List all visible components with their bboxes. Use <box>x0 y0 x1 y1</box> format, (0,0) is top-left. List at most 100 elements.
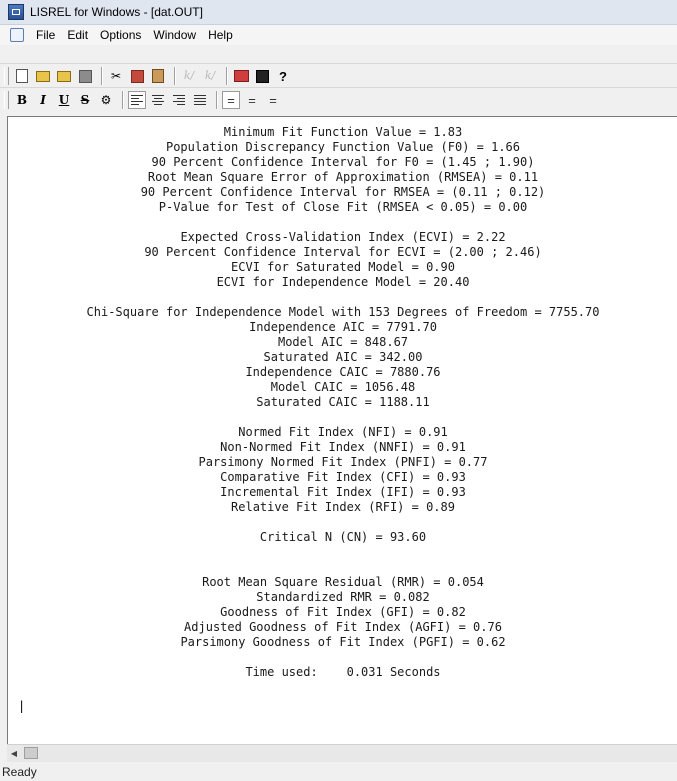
bold-button[interactable]: B <box>13 91 31 109</box>
new-button[interactable] <box>13 67 31 85</box>
output-line: Expected Cross-Validation Index (ECVI) =… <box>180 230 506 244</box>
path-diagram-alt-icon: k∕ <box>204 69 216 82</box>
menu-window[interactable]: Window <box>147 28 202 42</box>
cut-button[interactable]: ✂ <box>107 67 125 85</box>
align-left-icon <box>131 95 143 105</box>
output-line: Saturated AIC = 342.00 <box>263 350 423 364</box>
output-line: Minimum Fit Function Value = 1.83 <box>223 125 463 139</box>
output-line: Model CAIC = 1056.48 <box>270 380 416 394</box>
output-line: 90 Percent Confidence Interval for RMSEA… <box>140 185 546 199</box>
toolbar-grip[interactable] <box>4 67 9 85</box>
copy-icon <box>130 69 144 83</box>
toolbar-separator <box>101 67 103 85</box>
output-line: Incremental Fit Index (IFI) = 0.93 <box>220 485 466 499</box>
path-diagram-alt-button[interactable]: k∕ <box>201 67 219 85</box>
output-line: Critical N (CN) = 93.60 <box>259 530 427 544</box>
underline-button[interactable]: U <box>55 91 73 109</box>
status-bar: Ready <box>0 762 677 781</box>
open-alt-button[interactable] <box>55 67 73 85</box>
toolbar-separator <box>174 67 176 85</box>
open-folder-alt-icon <box>57 70 71 82</box>
align-center-icon <box>152 95 164 105</box>
path-diagram-button[interactable]: k∕ <box>180 67 198 85</box>
save-button[interactable] <box>76 67 94 85</box>
toolbar-separator <box>216 91 218 109</box>
output-line: Comparative Fit Index (CFI) = 0.93 <box>220 470 466 484</box>
output-line: Time used: 0.031 Seconds <box>245 665 441 679</box>
horizontal-scrollbar[interactable]: ◀ <box>7 744 677 762</box>
output-line: Adjusted Goodness of Fit Index (AGFI) = … <box>184 620 502 634</box>
print-button[interactable] <box>232 67 250 85</box>
standard-toolbar: ✂ k∕ k∕ ? <box>0 63 677 88</box>
help-button[interactable]: ? <box>274 67 292 85</box>
single-space-icon: = <box>227 92 235 108</box>
strikethrough-button[interactable]: S <box>76 91 94 109</box>
menu-help[interactable]: Help <box>202 28 239 42</box>
palette-icon: ⚙ <box>100 93 112 107</box>
one-half-space-icon: = <box>248 92 256 108</box>
window-title: LISREL for Windows - [dat.OUT] <box>30 5 203 19</box>
single-space-button[interactable]: = <box>222 91 240 109</box>
toolbar-grip[interactable] <box>4 91 9 109</box>
font-color-button[interactable]: ⚙ <box>97 91 115 109</box>
toolbar-separator <box>122 91 124 109</box>
output-line: Goodness of Fit Index (GFI) = 0.82 <box>220 605 466 619</box>
output-line: Root Mean Square Error of Approximation … <box>147 170 539 184</box>
one-half-space-button[interactable]: = <box>243 91 261 109</box>
help-icon: ? <box>279 68 287 84</box>
toolbar-separator <box>226 67 228 85</box>
open-folder-icon <box>36 70 50 82</box>
print-icon <box>233 70 249 82</box>
output-line: ECVI for Independence Model = 20.40 <box>216 275 470 289</box>
title-bar: LISREL for Windows - [dat.OUT] <box>0 0 677 25</box>
scroll-left-arrow-icon[interactable]: ◀ <box>7 745 21 761</box>
scrollbar-thumb[interactable] <box>24 747 38 759</box>
output-line: Saturated CAIC = 1188.11 <box>256 395 430 409</box>
output-line: Independence CAIC = 7880.76 <box>245 365 441 379</box>
output-line: Model AIC = 848.67 <box>277 335 409 349</box>
menu-options[interactable]: Options <box>94 28 147 42</box>
black-box-icon <box>255 69 269 83</box>
italic-button[interactable]: I <box>34 91 52 109</box>
output-line: Chi-Square for Independence Model with 1… <box>86 305 600 319</box>
lisrel-app-icon[interactable] <box>8 4 24 20</box>
double-space-icon: = <box>269 92 277 108</box>
output-line: 90 Percent Confidence Interval for F0 = … <box>151 155 535 169</box>
align-right-icon <box>173 95 185 105</box>
open-button[interactable] <box>34 67 52 85</box>
cut-icon: ✂ <box>110 69 122 83</box>
output-line: Relative Fit Index (RFI) = 0.89 <box>231 500 455 514</box>
output-text: Minimum Fit Function Value = 1.83 Populat… <box>8 125 677 680</box>
paste-button[interactable] <box>149 67 167 85</box>
menu-file[interactable]: File <box>30 28 61 42</box>
black-box-button[interactable] <box>253 67 271 85</box>
output-line: 90 Percent Confidence Interval for ECVI … <box>144 245 542 259</box>
justify-icon <box>194 95 206 105</box>
save-icon <box>78 69 92 83</box>
menu-edit[interactable]: Edit <box>61 28 94 42</box>
output-line: Independence AIC = 7791.70 <box>249 320 437 334</box>
output-document[interactable]: Minimum Fit Function Value = 1.83 Populat… <box>7 116 677 744</box>
output-line: Root Mean Square Residual (RMR) = 0.054 <box>202 575 484 589</box>
format-toolbar: B I U S ⚙ = = = <box>0 87 677 112</box>
output-line: Population Discrepancy Function Value (F… <box>165 140 520 154</box>
document-icon[interactable] <box>10 28 24 42</box>
path-diagram-icon: k∕ <box>183 69 195 82</box>
output-line: Parsimony Goodness of Fit Index (PGFI) =… <box>180 635 506 649</box>
output-line: P-Value for Test of Close Fit (RMSEA < 0… <box>158 200 528 214</box>
align-right-button[interactable] <box>170 91 188 109</box>
menu-bar: File Edit Options Window Help <box>0 25 677 45</box>
copy-button[interactable] <box>128 67 146 85</box>
align-center-button[interactable] <box>149 91 167 109</box>
output-line: Non-Normed Fit Index (NNFI) = 0.91 <box>220 440 466 454</box>
status-text: Ready <box>2 764 37 779</box>
justify-button[interactable] <box>191 91 209 109</box>
double-space-button[interactable]: = <box>264 91 282 109</box>
output-line: Normed Fit Index (NFI) = 0.91 <box>238 425 448 439</box>
align-left-button[interactable] <box>128 91 146 109</box>
output-line: Parsimony Normed Fit Index (PNFI) = 0.77 <box>198 455 488 469</box>
